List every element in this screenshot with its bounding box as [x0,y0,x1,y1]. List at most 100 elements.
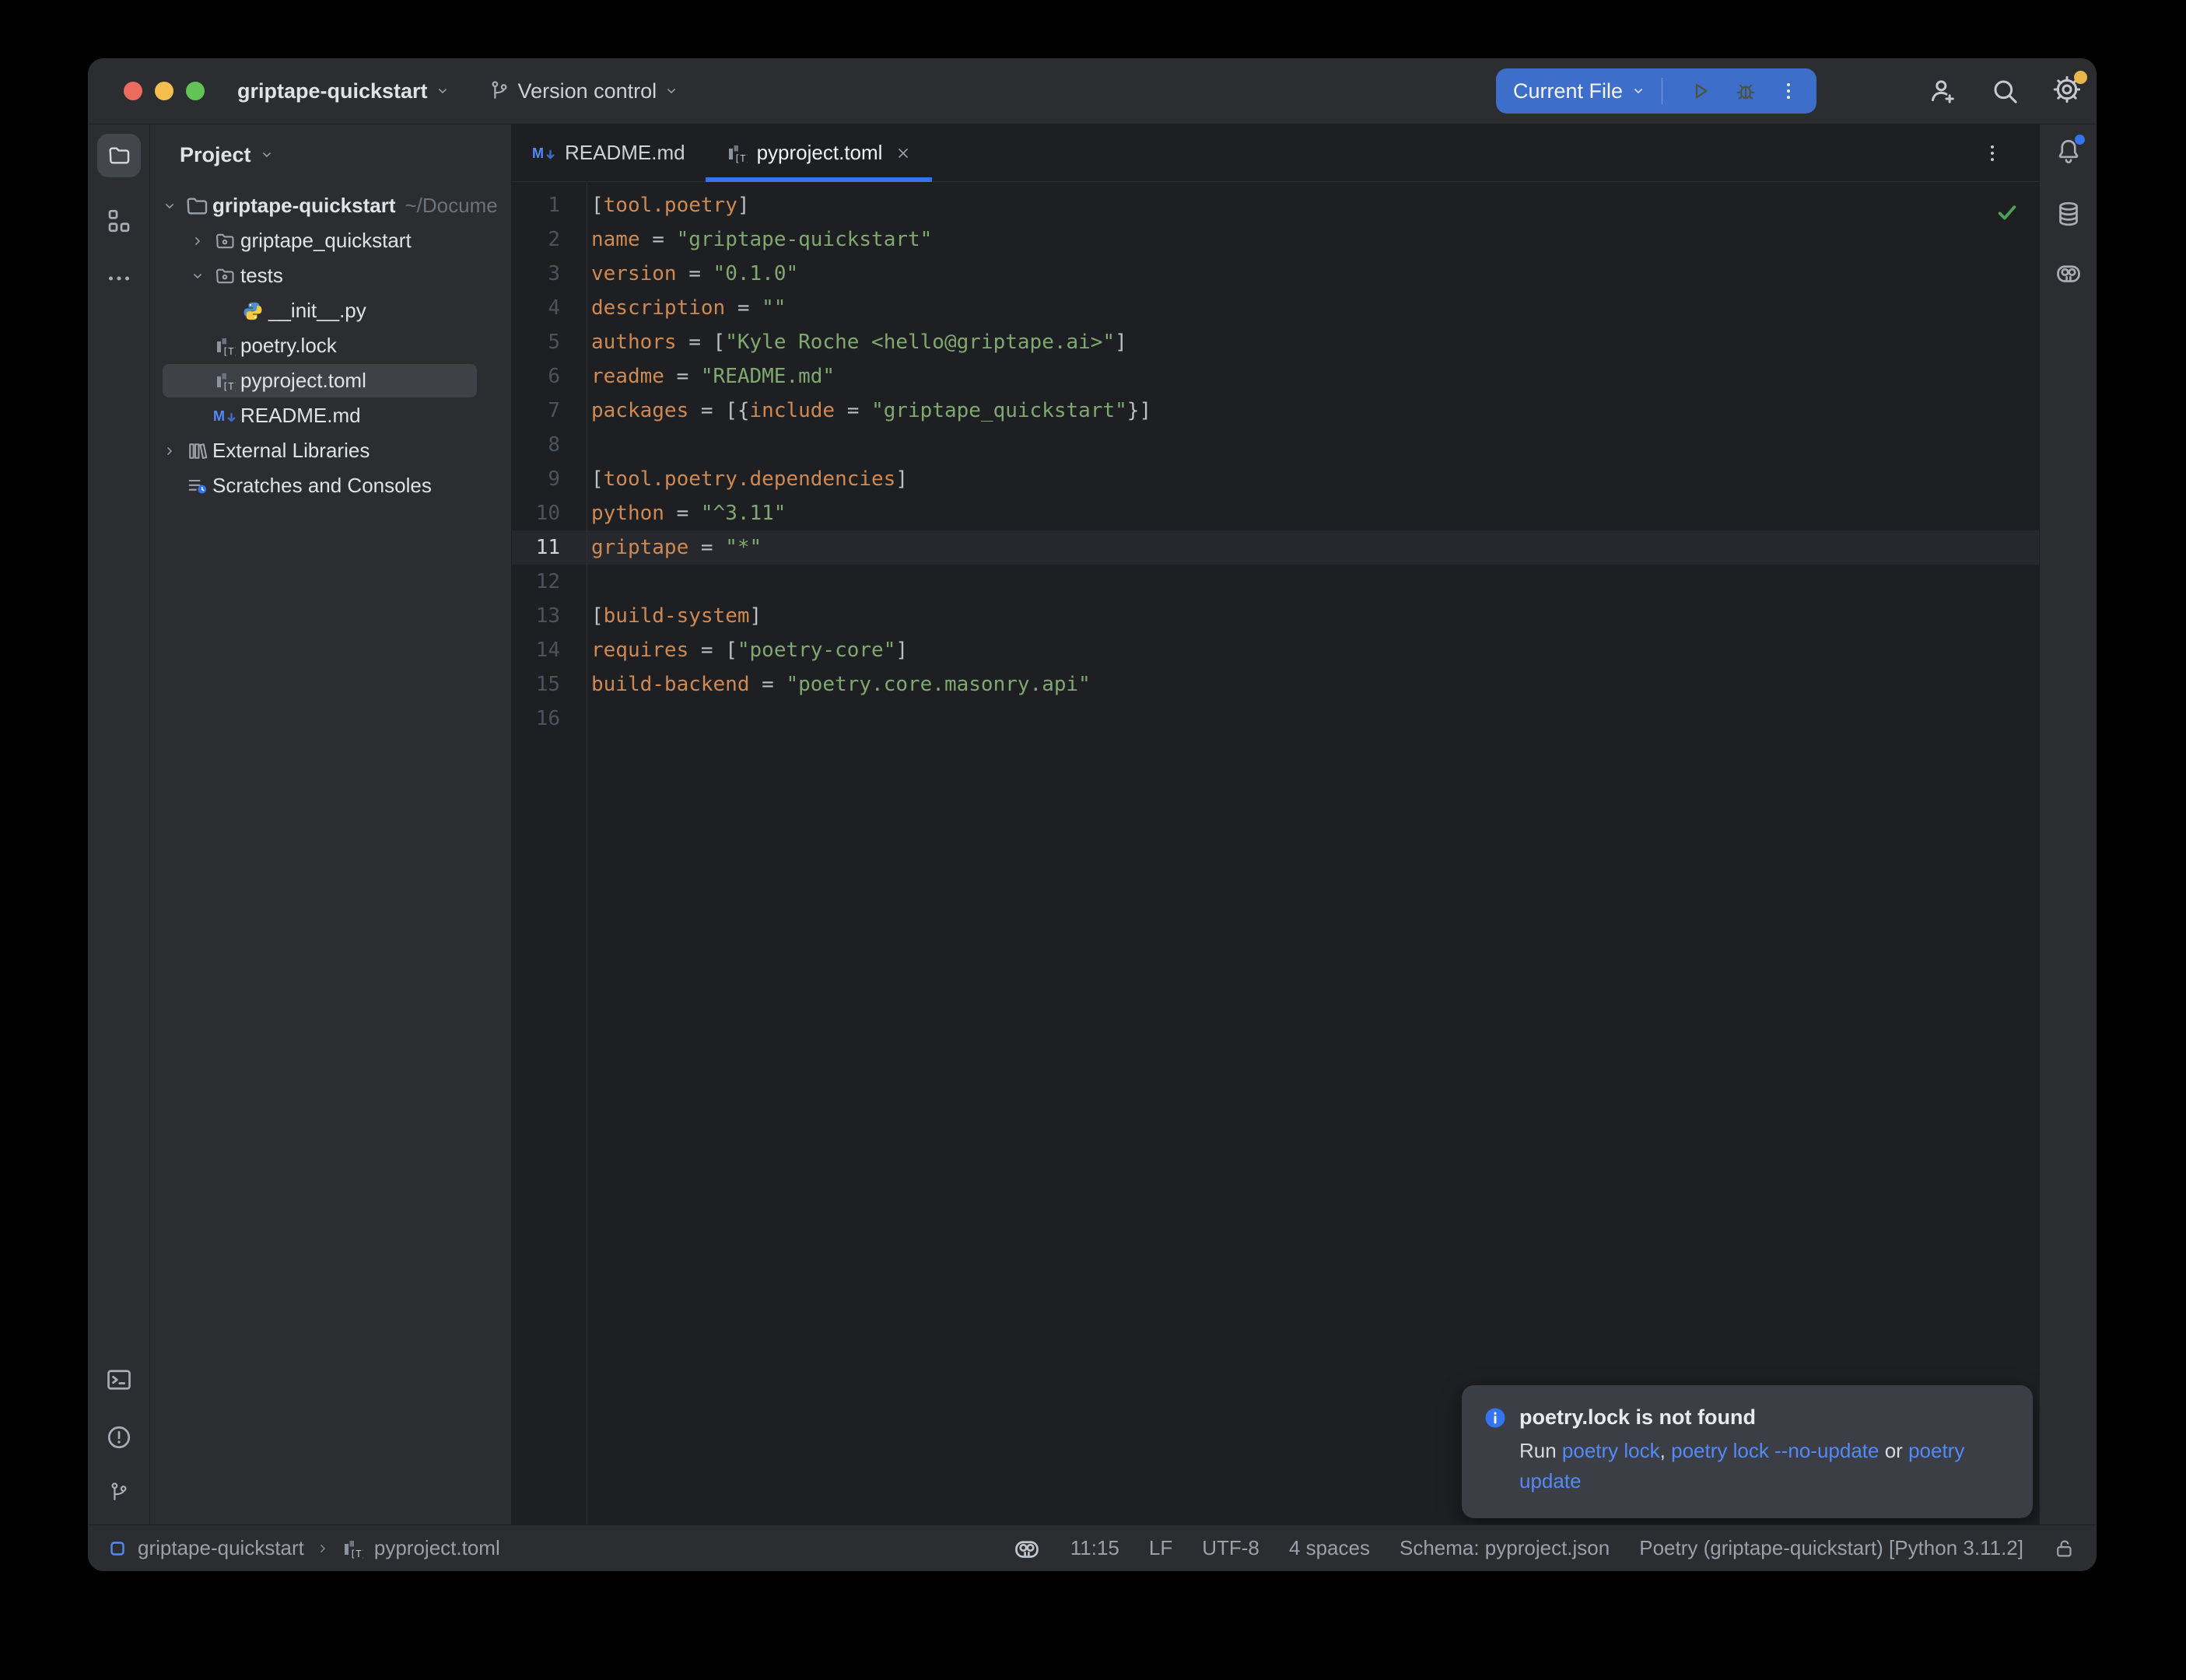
line-number: 1 [512,194,587,217]
code-line-6: 6readme = "README.md" [512,359,2039,394]
tree-item-readme-md[interactable]: MREADME.md [150,398,511,433]
structure-tool-icon[interactable] [105,207,133,235]
code-line-12: 12 [512,565,2039,599]
code-line-content: authors = ["Kyle Roche <hello@griptape.a… [587,331,1127,354]
svg-text:[T]: [T] [734,153,748,164]
code-line-content: readme = "README.md" [587,365,835,388]
tab-readme-md[interactable]: MREADME.md [512,124,706,181]
svg-text:[T]: [T] [222,346,236,357]
zoom-window-button[interactable] [186,82,205,100]
database-tool-icon[interactable] [2055,200,2083,228]
project-panel: Project griptape-quickstart~/Documegript… [150,124,512,1524]
tree-item-pyproject-toml[interactable]: [T]pyproject.toml [150,363,511,398]
run-icon[interactable] [1689,79,1712,103]
line-number: 16 [512,707,587,730]
notification-text: or [1879,1439,1908,1462]
tree-item-scratches-and-consoles[interactable]: Scratches and Consoles [150,468,511,503]
python-icon [239,300,267,322]
ai-assistant-tool-icon[interactable] [2055,259,2083,287]
tree-item-tests[interactable]: tests [150,258,511,293]
tree-chevron-right-icon[interactable] [156,443,183,459]
project-panel-header[interactable]: Project [150,124,511,185]
terminal-tool-icon[interactable] [105,1366,133,1394]
svg-text:M: M [532,145,544,161]
notification-link-poetry-lock[interactable]: poetry lock [1562,1439,1660,1462]
tab-close-icon[interactable] [895,145,912,162]
project-tool-button[interactable] [97,134,141,177]
titlebar-actions [1927,74,2083,109]
breadcrumb-file[interactable]: pyproject.toml [374,1536,500,1560]
notifications-button[interactable] [2055,137,2083,169]
tree-item-label: Scratches and Consoles [212,474,432,498]
more-tool-windows-icon[interactable] [105,264,133,292]
tree-item--init-py[interactable]: __init__.py [150,293,511,328]
run-more-icon[interactable] [1778,80,1799,102]
breadcrumb-project[interactable]: griptape-quickstart [138,1536,304,1560]
line-number: 14 [512,639,587,662]
notification-link-poetry-lock-no-update[interactable]: poetry lock --no-update [1671,1439,1879,1462]
status-item-4[interactable]: Schema: pyproject.json [1400,1536,1610,1560]
notification-text: Run [1519,1439,1562,1462]
status-item-5[interactable]: Poetry (griptape-quickstart) [Python 3.1… [1639,1536,2023,1560]
problems-tool-icon[interactable] [105,1423,133,1451]
status-breadcrumb: griptape-quickstart [T] pyproject.toml [108,1536,500,1560]
ide-window: griptape-quickstart Version control Curr… [88,58,2097,1571]
search-everywhere-icon[interactable] [1989,75,2020,107]
code-line-content: [build-system] [587,604,762,628]
settings-button[interactable] [2051,74,2083,109]
minimize-window-button[interactable] [155,82,173,100]
vcs-widget[interactable]: Version control [488,79,680,103]
status-item-2[interactable]: UTF-8 [1202,1536,1259,1560]
pkgfolder-icon [211,230,239,252]
tree-item-poetry-lock[interactable]: [T]poetry.lock [150,328,511,363]
folder-icon [107,143,131,168]
tree-chevron-down-icon[interactable] [184,268,211,284]
chevron-down-icon [664,83,679,99]
notification-title: poetry.lock is not found [1519,1405,1756,1430]
status-item-3[interactable]: 4 spaces [1289,1536,1370,1560]
code-line-content: python = "^3.11" [587,502,786,525]
tree-item-label: tests [240,264,283,288]
status-item-0[interactable]: 11:15 [1070,1536,1119,1560]
code-with-me-icon[interactable] [1927,75,1958,107]
debug-icon[interactable] [1734,79,1757,103]
status-item-1[interactable]: LF [1149,1536,1172,1560]
unlock-icon[interactable] [2053,1537,2076,1560]
git-tool-icon[interactable] [107,1481,131,1504]
tree-item-griptape-quickstart[interactable]: griptape_quickstart [150,223,511,258]
left-tool-stripe [88,124,150,1524]
code-line-16: 16 [512,702,2039,736]
tab-pyproject-toml[interactable]: [T]pyproject.toml [706,124,933,181]
notification-body: Run poetry lock, poetry lock --no-update… [1519,1436,2011,1496]
line-number: 10 [512,502,587,525]
svg-text:M: M [213,408,225,424]
tree-chevron-down-icon[interactable] [156,198,183,214]
chevron-down-icon [435,83,450,99]
tree-item-external-libraries[interactable]: External Libraries [150,433,511,468]
tab-options-icon[interactable] [1981,124,2003,181]
copilot-status-icon[interactable] [1013,1535,1041,1563]
tree-chevron-right-icon[interactable] [184,233,211,249]
line-number: 4 [512,296,587,320]
notification-popup: poetry.lock is not found Run poetry lock… [1462,1385,2033,1518]
status-bar: griptape-quickstart [T] pyproject.toml 1… [88,1524,2097,1571]
code-line-11: 11griptape = "*" [512,530,2039,565]
scratch-icon [183,475,211,497]
code-line-content: build-backend = "poetry.core.masonry.api… [587,673,1091,696]
inspections-ok-icon[interactable] [1995,201,2019,224]
notification-text: , [1660,1439,1671,1462]
chevron-down-icon [1631,83,1646,99]
chevron-right-icon [315,1541,331,1556]
run-configuration-label: Current File [1513,79,1623,103]
project-widget[interactable]: griptape-quickstart [237,79,450,103]
code-line-14: 14requires = ["poetry-core"] [512,633,2039,667]
tree-item-path-hint: ~/Docume [405,194,498,218]
code-line-4: 4description = "" [512,291,2039,325]
line-number: 6 [512,365,587,388]
folder-icon [183,194,211,219]
run-configuration-selector[interactable]: Current File [1513,79,1646,103]
code-editor[interactable]: 1[tool.poetry]2name = "griptape-quicksta… [512,182,2039,1524]
close-window-button[interactable] [124,82,142,100]
code-line-content: name = "griptape-quickstart" [587,228,932,251]
tree-item-griptape-quickstart[interactable]: griptape-quickstart~/Docume [150,188,511,223]
